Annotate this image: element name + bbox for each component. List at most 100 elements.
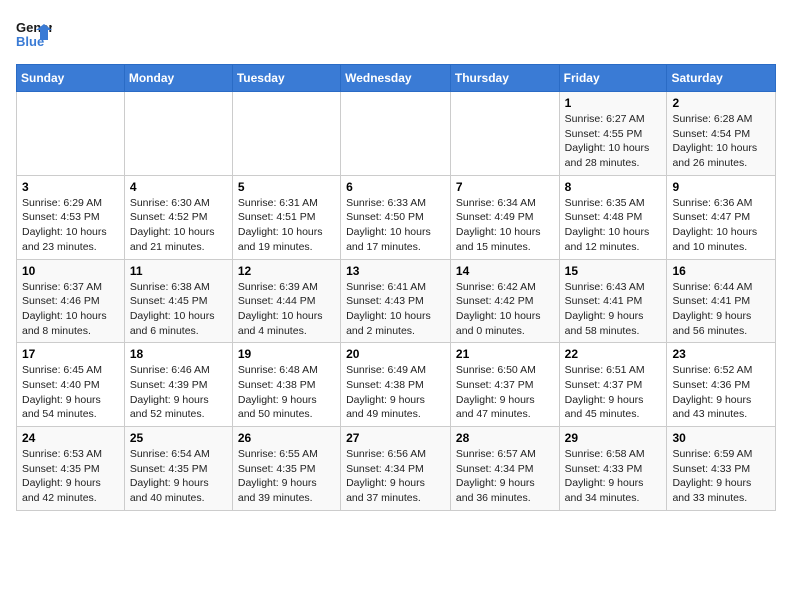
day-number: 23 xyxy=(672,347,770,361)
calendar-day-cell: 20 Sunrise: 6:49 AM Sunset: 4:38 PM Dayli… xyxy=(341,343,451,427)
day-number: 28 xyxy=(456,431,554,445)
day-info: Sunrise: 6:56 AM Sunset: 4:34 PM Dayligh… xyxy=(346,447,445,506)
day-number: 16 xyxy=(672,264,770,278)
day-number: 14 xyxy=(456,264,554,278)
day-number: 3 xyxy=(22,180,119,194)
calendar-day-cell: 30 Sunrise: 6:59 AM Sunset: 4:33 PM Dayli… xyxy=(667,427,776,511)
day-number: 15 xyxy=(565,264,662,278)
calendar-day-cell: 29Sunrise: 6:58 AM Sunset: 4:33 PM Dayli… xyxy=(559,427,667,511)
day-info: Sunrise: 6:52 AM Sunset: 4:36 PM Dayligh… xyxy=(672,363,770,422)
calendar-day-cell: 22 Sunrise: 6:51 AM Sunset: 4:37 PM Dayli… xyxy=(559,343,667,427)
calendar-body: 1 Sunrise: 6:27 AM Sunset: 4:55 PM Daylig… xyxy=(17,92,776,511)
calendar-day-cell: 15 Sunrise: 6:43 AM Sunset: 4:41 PM Dayli… xyxy=(559,259,667,343)
day-number: 19 xyxy=(238,347,335,361)
day-of-week-header: Monday xyxy=(124,65,232,92)
calendar-week-row: 24 Sunrise: 6:53 AM Sunset: 4:35 PM Dayli… xyxy=(17,427,776,511)
calendar-day-cell: 3 Sunrise: 6:29 AM Sunset: 4:53 PM Daylig… xyxy=(17,175,125,259)
day-info: Sunrise: 6:51 AM Sunset: 4:37 PM Dayligh… xyxy=(565,363,662,422)
calendar-day-cell: 11 Sunrise: 6:38 AM Sunset: 4:45 PM Dayli… xyxy=(124,259,232,343)
day-number: 18 xyxy=(130,347,227,361)
day-number: 26 xyxy=(238,431,335,445)
day-info: Sunrise: 6:27 AM Sunset: 4:55 PM Dayligh… xyxy=(565,112,662,171)
calendar-day-cell: 12 Sunrise: 6:39 AM Sunset: 4:44 PM Dayli… xyxy=(232,259,340,343)
day-info: Sunrise: 6:43 AM Sunset: 4:41 PM Dayligh… xyxy=(565,280,662,339)
calendar-week-row: 3 Sunrise: 6:29 AM Sunset: 4:53 PM Daylig… xyxy=(17,175,776,259)
day-number: 5 xyxy=(238,180,335,194)
day-info: Sunrise: 6:41 AM Sunset: 4:43 PM Dayligh… xyxy=(346,280,445,339)
day-number: 30 xyxy=(672,431,770,445)
day-info: Sunrise: 6:44 AM Sunset: 4:41 PM Dayligh… xyxy=(672,280,770,339)
day-of-week-header: Sunday xyxy=(17,65,125,92)
calendar-week-row: 10Sunrise: 6:37 AM Sunset: 4:46 PM Dayli… xyxy=(17,259,776,343)
day-info: Sunrise: 6:36 AM Sunset: 4:47 PM Dayligh… xyxy=(672,196,770,255)
day-number: 13 xyxy=(346,264,445,278)
calendar-day-cell xyxy=(341,92,451,176)
day-number: 12 xyxy=(238,264,335,278)
calendar-day-cell: 10Sunrise: 6:37 AM Sunset: 4:46 PM Dayli… xyxy=(17,259,125,343)
day-number: 22 xyxy=(565,347,662,361)
day-info: Sunrise: 6:31 AM Sunset: 4:51 PM Dayligh… xyxy=(238,196,335,255)
day-info: Sunrise: 6:53 AM Sunset: 4:35 PM Dayligh… xyxy=(22,447,119,506)
day-info: Sunrise: 6:46 AM Sunset: 4:39 PM Dayligh… xyxy=(130,363,227,422)
calendar-day-cell: 26Sunrise: 6:55 AM Sunset: 4:35 PM Dayli… xyxy=(232,427,340,511)
day-number: 7 xyxy=(456,180,554,194)
day-number: 9 xyxy=(672,180,770,194)
day-info: Sunrise: 6:59 AM Sunset: 4:33 PM Dayligh… xyxy=(672,447,770,506)
day-number: 25 xyxy=(130,431,227,445)
page-header: General Blue xyxy=(16,16,776,52)
svg-text:Blue: Blue xyxy=(16,34,44,49)
day-info: Sunrise: 6:38 AM Sunset: 4:45 PM Dayligh… xyxy=(130,280,227,339)
calendar-day-cell: 9 Sunrise: 6:36 AM Sunset: 4:47 PM Daylig… xyxy=(667,175,776,259)
calendar-day-cell: 28 Sunrise: 6:57 AM Sunset: 4:34 PM Dayli… xyxy=(450,427,559,511)
day-number: 10 xyxy=(22,264,119,278)
calendar-day-cell: 23 Sunrise: 6:52 AM Sunset: 4:36 PM Dayli… xyxy=(667,343,776,427)
calendar-day-cell: 16 Sunrise: 6:44 AM Sunset: 4:41 PM Dayli… xyxy=(667,259,776,343)
calendar-day-cell: 2Sunrise: 6:28 AM Sunset: 4:54 PM Daylig… xyxy=(667,92,776,176)
day-of-week-header: Tuesday xyxy=(232,65,340,92)
day-info: Sunrise: 6:33 AM Sunset: 4:50 PM Dayligh… xyxy=(346,196,445,255)
day-number: 24 xyxy=(22,431,119,445)
calendar-day-cell xyxy=(17,92,125,176)
day-number: 20 xyxy=(346,347,445,361)
day-info: Sunrise: 6:34 AM Sunset: 4:49 PM Dayligh… xyxy=(456,196,554,255)
calendar-day-cell: 27 Sunrise: 6:56 AM Sunset: 4:34 PM Dayli… xyxy=(341,427,451,511)
day-info: Sunrise: 6:54 AM Sunset: 4:35 PM Dayligh… xyxy=(130,447,227,506)
day-number: 27 xyxy=(346,431,445,445)
day-number: 11 xyxy=(130,264,227,278)
day-info: Sunrise: 6:29 AM Sunset: 4:53 PM Dayligh… xyxy=(22,196,119,255)
calendar-day-cell: 5 Sunrise: 6:31 AM Sunset: 4:51 PM Daylig… xyxy=(232,175,340,259)
calendar-day-cell: 21 Sunrise: 6:50 AM Sunset: 4:37 PM Dayli… xyxy=(450,343,559,427)
calendar-day-cell: 6 Sunrise: 6:33 AM Sunset: 4:50 PM Daylig… xyxy=(341,175,451,259)
calendar-day-cell: 19 Sunrise: 6:48 AM Sunset: 4:38 PM Dayli… xyxy=(232,343,340,427)
logo: General Blue xyxy=(16,16,52,52)
day-info: Sunrise: 6:30 AM Sunset: 4:52 PM Dayligh… xyxy=(130,196,227,255)
calendar-day-cell: 25 Sunrise: 6:54 AM Sunset: 4:35 PM Dayli… xyxy=(124,427,232,511)
day-number: 21 xyxy=(456,347,554,361)
day-info: Sunrise: 6:35 AM Sunset: 4:48 PM Dayligh… xyxy=(565,196,662,255)
calendar-day-cell: 18 Sunrise: 6:46 AM Sunset: 4:39 PM Dayli… xyxy=(124,343,232,427)
calendar-day-cell: 1 Sunrise: 6:27 AM Sunset: 4:55 PM Daylig… xyxy=(559,92,667,176)
day-number: 6 xyxy=(346,180,445,194)
day-info: Sunrise: 6:42 AM Sunset: 4:42 PM Dayligh… xyxy=(456,280,554,339)
day-info: Sunrise: 6:50 AM Sunset: 4:37 PM Dayligh… xyxy=(456,363,554,422)
day-of-week-header: Wednesday xyxy=(341,65,451,92)
calendar-day-cell xyxy=(124,92,232,176)
day-number: 8 xyxy=(565,180,662,194)
day-of-week-header: Friday xyxy=(559,65,667,92)
calendar-header-row: SundayMondayTuesdayWednesdayThursdayFrid… xyxy=(17,65,776,92)
day-info: Sunrise: 6:39 AM Sunset: 4:44 PM Dayligh… xyxy=(238,280,335,339)
day-info: Sunrise: 6:45 AM Sunset: 4:40 PM Dayligh… xyxy=(22,363,119,422)
calendar-day-cell xyxy=(232,92,340,176)
calendar-week-row: 17Sunrise: 6:45 AM Sunset: 4:40 PM Dayli… xyxy=(17,343,776,427)
day-info: Sunrise: 6:48 AM Sunset: 4:38 PM Dayligh… xyxy=(238,363,335,422)
day-info: Sunrise: 6:57 AM Sunset: 4:34 PM Dayligh… xyxy=(456,447,554,506)
day-of-week-header: Thursday xyxy=(450,65,559,92)
calendar-day-cell xyxy=(450,92,559,176)
calendar-day-cell: 14 Sunrise: 6:42 AM Sunset: 4:42 PM Dayli… xyxy=(450,259,559,343)
calendar-table: SundayMondayTuesdayWednesdayThursdayFrid… xyxy=(16,64,776,511)
day-info: Sunrise: 6:49 AM Sunset: 4:38 PM Dayligh… xyxy=(346,363,445,422)
logo-icon: General Blue xyxy=(16,16,52,52)
day-of-week-header: Saturday xyxy=(667,65,776,92)
day-number: 1 xyxy=(565,96,662,110)
calendar-day-cell: 8 Sunrise: 6:35 AM Sunset: 4:48 PM Daylig… xyxy=(559,175,667,259)
